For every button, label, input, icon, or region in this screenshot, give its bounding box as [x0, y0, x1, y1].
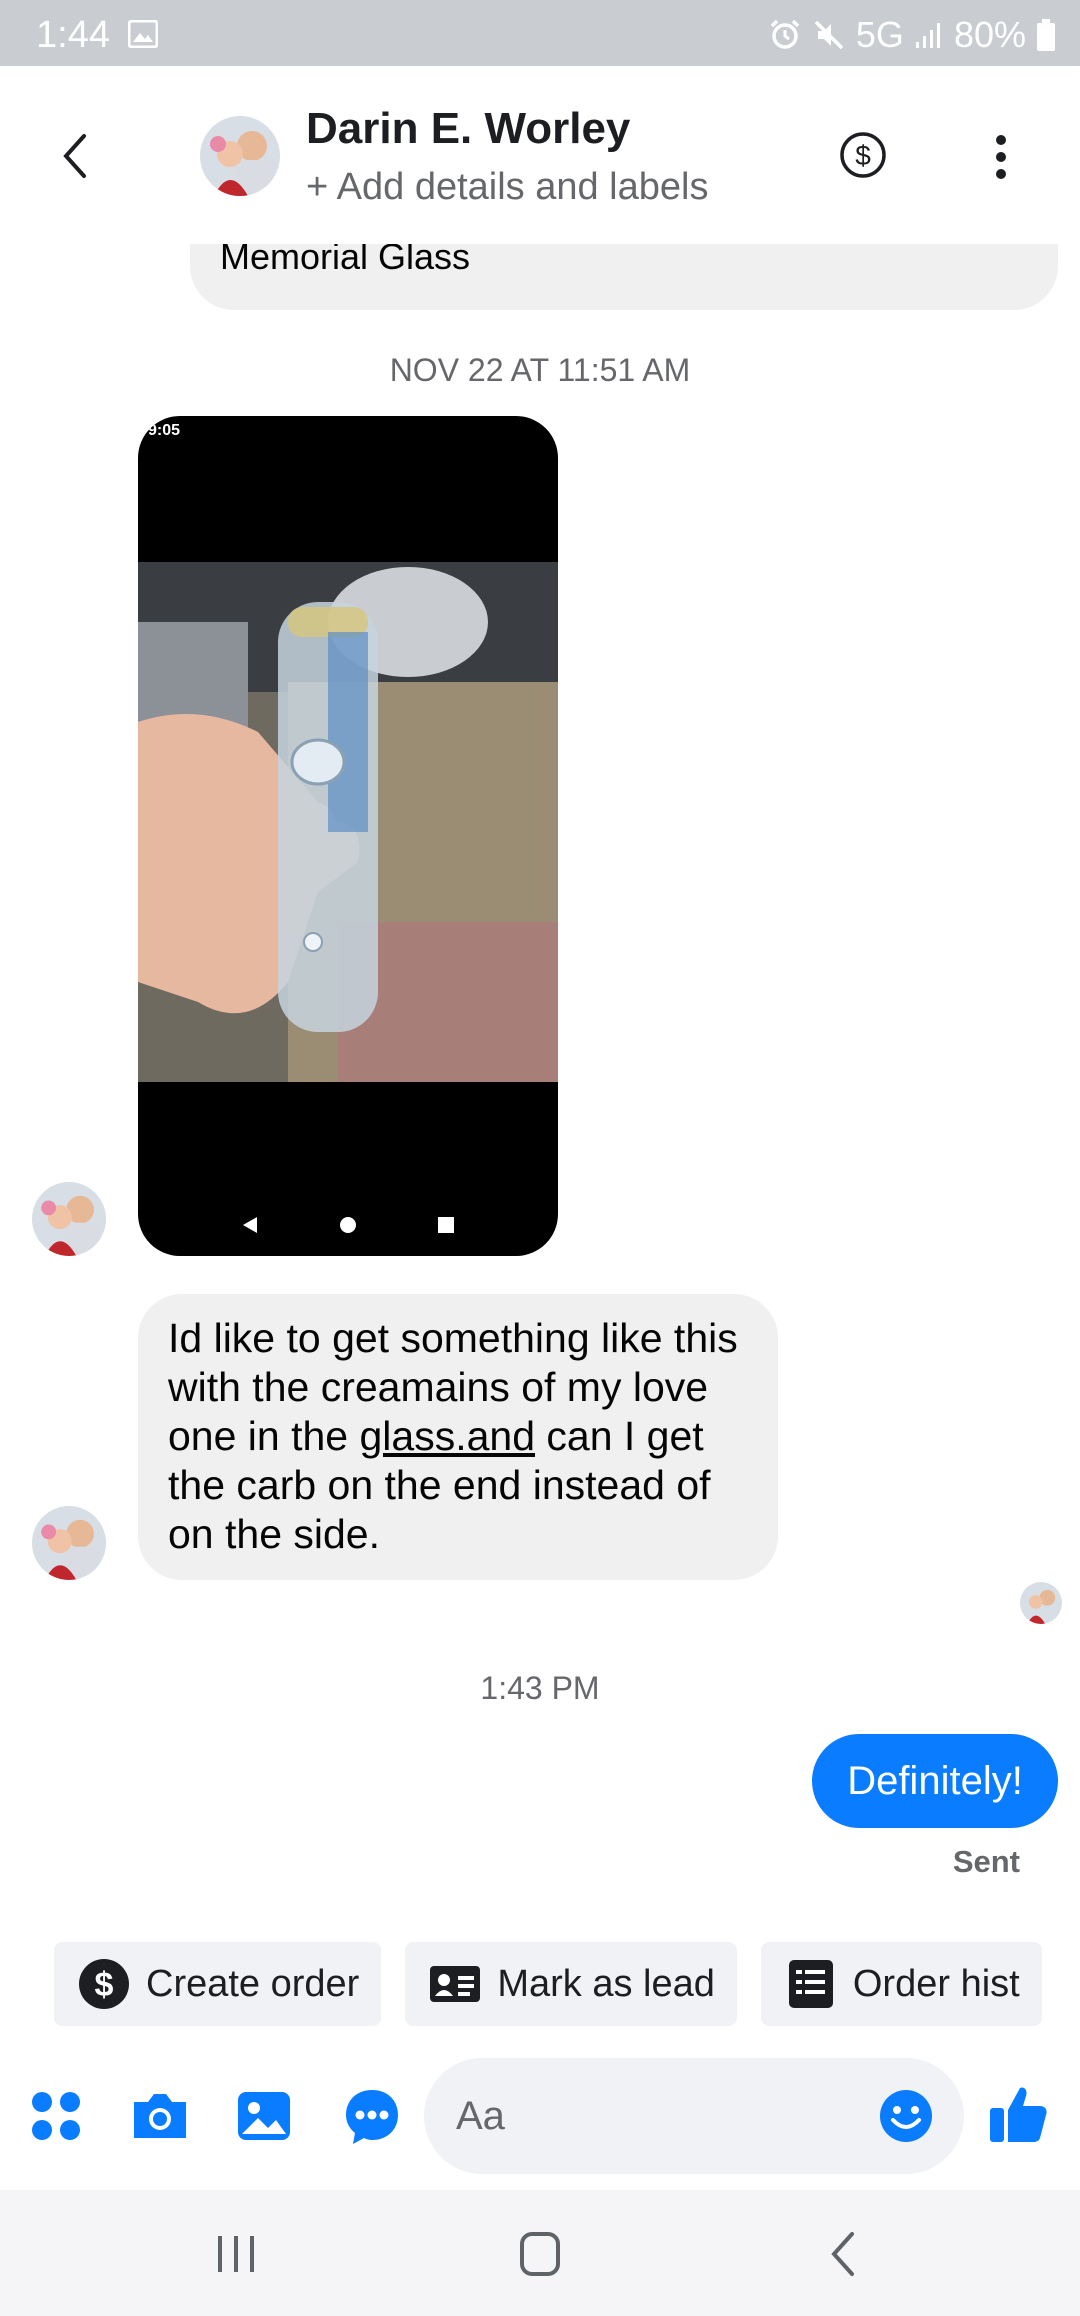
- apps-menu-icon[interactable]: [24, 2084, 88, 2148]
- thumbs-up-icon[interactable]: [988, 2082, 1048, 2146]
- create-order-label: Create order: [146, 1962, 360, 2005]
- status-icons: 5G 80%: [768, 14, 1056, 56]
- delivery-status: Sent: [952, 1844, 1020, 1879]
- message-input[interactable]: [456, 2058, 876, 2174]
- incoming-message-bubble[interactable]: Id like to get something like this with …: [138, 1294, 778, 1580]
- sender-avatar[interactable]: [32, 1506, 106, 1580]
- battery-icon: [1037, 19, 1055, 51]
- home-icon[interactable]: [510, 2226, 570, 2282]
- gallery-icon[interactable]: [232, 2084, 296, 2148]
- order-history-button[interactable]: Order hist: [760, 1942, 1042, 2026]
- back-arrow-icon[interactable]: [54, 126, 98, 186]
- emoji-icon[interactable]: [878, 2088, 934, 2144]
- svg-text:$: $: [855, 140, 871, 171]
- contact-name[interactable]: Darin E. Worley: [306, 104, 630, 154]
- message-timestamp: NOV 22 AT 11:51 AM: [389, 352, 691, 388]
- status-time: 1:44: [36, 14, 110, 56]
- status-bar: 1:44 5G 80%: [0, 0, 1080, 66]
- gallery-notification-icon: [128, 20, 158, 48]
- more-options-icon[interactable]: [986, 132, 1016, 182]
- add-details-link[interactable]: + Add details and labels: [306, 166, 708, 209]
- create-order-button[interactable]: $ Create order: [54, 1942, 382, 2026]
- chat-bubble-more-icon[interactable]: [340, 2084, 404, 2148]
- dollar-circle-icon: $: [79, 1959, 129, 2009]
- read-receipt-avatar: [1020, 1582, 1062, 1624]
- svg-text:$: $: [95, 1966, 114, 2004]
- order-history-label: Order hist: [852, 1962, 1020, 2005]
- outgoing-message-bubble[interactable]: Definitely!: [812, 1734, 1058, 1828]
- battery-percent: 80%: [953, 14, 1026, 55]
- signal-icon: [915, 23, 940, 48]
- message-input-container[interactable]: [424, 2058, 964, 2174]
- mute-icon: [814, 20, 844, 50]
- id-card-icon: [430, 1966, 481, 2002]
- system-navigation-bar: [0, 2190, 1080, 2316]
- alarm-icon: [770, 19, 800, 49]
- list-document-icon: [788, 1960, 833, 2008]
- sender-avatar[interactable]: [32, 1182, 106, 1256]
- network-label: 5G: [855, 14, 904, 55]
- quick-actions-bar: $ Create order Mark as lead Order hist: [54, 1942, 1042, 2026]
- camera-icon[interactable]: [128, 2084, 192, 2148]
- message-link[interactable]: glass.and: [360, 1413, 536, 1459]
- mark-as-lead-button[interactable]: Mark as lead: [405, 1942, 737, 2026]
- message-composer: [0, 2040, 1080, 2190]
- image-nav-bar: [138, 1210, 558, 1240]
- conversation-header: Darin E. Worley + Add details and labels…: [0, 66, 1080, 244]
- image-attachment[interactable]: 9:05: [138, 416, 558, 1256]
- mark-as-lead-label: Mark as lead: [497, 1962, 715, 2005]
- contact-avatar[interactable]: [200, 116, 280, 196]
- image-status-time: 9:05: [148, 422, 181, 439]
- message-timestamp: 1:43 PM: [480, 1670, 600, 1706]
- payment-dollar-icon[interactable]: $: [838, 130, 888, 180]
- glass-pipe-photo: [138, 562, 558, 1082]
- system-back-icon[interactable]: [814, 2226, 874, 2282]
- outgoing-message-text: Definitely!: [847, 1758, 1023, 1803]
- recent-apps-icon[interactable]: [206, 2226, 266, 2282]
